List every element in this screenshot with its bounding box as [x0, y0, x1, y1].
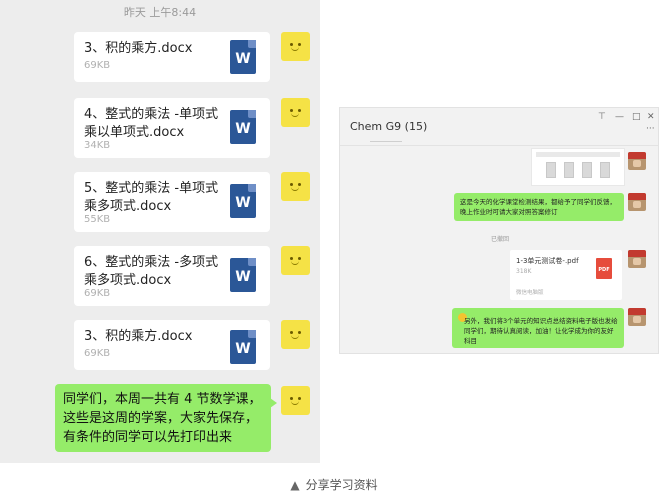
file-message[interactable]: 5、整式的乘法 -单项式乘多项式.docx 55KB W [74, 172, 270, 232]
avatar[interactable] [281, 386, 310, 415]
file-name: 6、整式的乘法 -多项式乘多项式.docx [84, 255, 219, 288]
file-name: 3、积的乘方.docx [84, 329, 193, 344]
file-source: 微信电脑版 [516, 290, 544, 296]
system-note: 已撤回 [490, 236, 509, 243]
text-message[interactable]: 这是今天的化学课堂检测结果，都给予了同学们反馈，晚上作业时可请大家对照答案修订 [454, 193, 624, 221]
avatar[interactable] [281, 172, 310, 201]
chat-timestamp: 昨天 上午8:44 [123, 6, 197, 19]
file-message[interactable]: 3、积的乘方.docx 69KB W [74, 320, 270, 370]
avatar[interactable] [628, 308, 646, 326]
chat-title: Chem G9 (15) [350, 120, 428, 133]
avatar[interactable] [281, 320, 310, 349]
minimize-icon[interactable]: — [615, 112, 624, 122]
triangle-up-icon: ▲ [290, 478, 300, 492]
image-caption: ▲ 分享学习资料 [0, 476, 668, 493]
file-size: 69KB [84, 60, 111, 71]
file-message[interactable]: 4、整式的乘法 -单项式乘以单项式.docx 34KB W [74, 98, 270, 158]
message-text: 这是今天的化学课堂检测结果，都给予了同学们反馈，晚上作业时可请大家对照答案修订 [460, 198, 616, 216]
avatar[interactable] [281, 246, 310, 275]
pdf-icon: PDF [596, 258, 612, 279]
avatar[interactable] [628, 193, 646, 211]
file-message[interactable]: 6、整式的乘法 -多项式乘多项式.docx 69KB W [74, 246, 270, 306]
word-doc-icon: W [230, 110, 256, 144]
message-text: 同学们，本周一共有 4 节数学课，这些是这周的学案，大家先保存，有条件的同学可以… [63, 392, 262, 445]
file-name: 4、整式的乘法 -单项式乘以单项式.docx [84, 107, 219, 140]
pin-icon[interactable]: ⊤ [598, 112, 606, 122]
file-size: 34KB [84, 140, 111, 151]
word-doc-icon: W [230, 40, 256, 74]
word-doc-icon: W [230, 184, 256, 218]
group-chat-window: Chem G9 (15) ⊤ — □ ✕ ··· 这是今天的化学课堂检测结果，都… [339, 107, 659, 354]
word-doc-icon: W [230, 258, 256, 292]
file-name: 5、整式的乘法 -单项式乘多项式.docx [84, 181, 219, 214]
left-chat-panel: 昨天 上午8:44 3、积的乘方.docx 69KB W 4、整式的乘法 -单项… [0, 0, 320, 463]
title-underline [370, 141, 402, 142]
file-size: 69KB [84, 288, 111, 299]
avatar[interactable] [628, 250, 646, 268]
caption-text: 分享学习资料 [305, 478, 378, 492]
more-icon[interactable]: ··· [646, 124, 655, 134]
message-text: 另外，我们将3个单元的知识点总结资料电子版也发给同学们，期待认真阅读，加油！让化… [464, 317, 618, 345]
title-divider [340, 145, 658, 146]
file-size: 318K [516, 268, 532, 275]
file-size: 55KB [84, 214, 111, 225]
file-name: 3、积的乘方.docx [84, 41, 193, 56]
text-message[interactable]: 同学们，本周一共有 4 节数学课，这些是这周的学案，大家先保存，有条件的同学可以… [55, 384, 277, 452]
avatar[interactable] [628, 152, 646, 170]
maximize-icon[interactable]: □ [632, 112, 641, 122]
file-size: 69KB [84, 348, 111, 359]
word-doc-icon: W [230, 330, 256, 364]
file-message[interactable]: 1-3单元测试卷-.pdf 318K 微信电脑版 PDF [510, 250, 622, 300]
text-message[interactable]: 另外，我们将3个单元的知识点总结资料电子版也发给同学们，期待认真阅读，加油！让化… [452, 308, 624, 348]
avatar[interactable] [281, 32, 310, 61]
image-thumbnail[interactable] [531, 148, 625, 186]
close-icon[interactable]: ✕ [647, 112, 655, 122]
file-message[interactable]: 3、积的乘方.docx 69KB W [74, 32, 270, 82]
file-name: 1-3单元测试卷-.pdf [516, 257, 579, 265]
avatar[interactable] [281, 98, 310, 127]
